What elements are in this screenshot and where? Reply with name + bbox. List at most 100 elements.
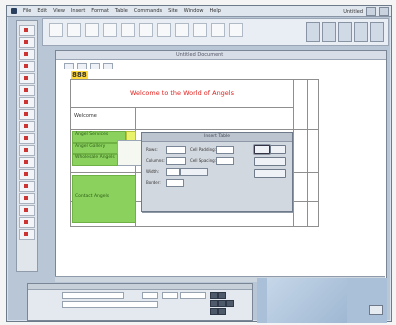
cell-spacing-field[interactable] bbox=[216, 157, 234, 165]
dialog-title-bar[interactable]: Insert Table bbox=[142, 133, 292, 142]
launcher-styles-icon[interactable] bbox=[338, 22, 352, 42]
insert-form-icon[interactable] bbox=[121, 23, 135, 37]
align-center-icon[interactable] bbox=[218, 300, 226, 307]
nav-cell-gallery[interactable]: Angel Gallery bbox=[72, 143, 118, 154]
insert-frame-icon[interactable] bbox=[211, 23, 225, 37]
link-field[interactable] bbox=[62, 301, 158, 308]
insert-link-icon[interactable] bbox=[139, 23, 153, 37]
palette-tool-4-icon[interactable] bbox=[19, 61, 35, 72]
insert-image-icon[interactable] bbox=[49, 23, 63, 37]
align-left-icon[interactable] bbox=[210, 300, 218, 307]
columns-label: Columns: bbox=[146, 158, 165, 163]
width-label: Width: bbox=[146, 169, 159, 174]
insert-date-icon[interactable] bbox=[157, 23, 171, 37]
column-divider bbox=[293, 80, 294, 226]
palette-tool-14-icon[interactable] bbox=[19, 181, 35, 192]
menu-file[interactable]: File bbox=[23, 6, 31, 16]
color-field[interactable] bbox=[180, 292, 206, 299]
align-right-icon[interactable] bbox=[226, 300, 234, 307]
palette-tool-18-icon[interactable] bbox=[19, 229, 35, 240]
bold-icon[interactable] bbox=[210, 292, 218, 299]
clock-icon bbox=[366, 7, 376, 16]
indent-icon[interactable] bbox=[218, 308, 226, 315]
palette-tool-8-icon[interactable] bbox=[19, 109, 35, 120]
format-select[interactable] bbox=[62, 292, 124, 299]
screenshot-frame: File Edit View Insert Format Table Comma… bbox=[0, 0, 396, 325]
menu-edit[interactable]: Edit bbox=[37, 6, 47, 16]
help-button[interactable] bbox=[254, 169, 286, 178]
palette-tool-17-icon[interactable] bbox=[19, 217, 35, 228]
cell-padding-field[interactable] bbox=[216, 146, 234, 154]
palette-tool-2-icon[interactable] bbox=[19, 37, 35, 48]
menu-commands[interactable]: Commands bbox=[134, 6, 162, 16]
launcher-behaviors-icon[interactable] bbox=[354, 22, 368, 42]
columns-field[interactable] bbox=[166, 157, 186, 165]
expand-panel-button[interactable] bbox=[369, 305, 383, 315]
palette-tool-10-icon[interactable] bbox=[19, 133, 35, 144]
apple-menu-icon[interactable] bbox=[11, 8, 17, 14]
insert-plugin-icon[interactable] bbox=[193, 23, 207, 37]
italic-icon[interactable] bbox=[218, 292, 226, 299]
document-title-bar[interactable]: Untitled Document bbox=[56, 51, 386, 60]
font-select[interactable] bbox=[162, 292, 178, 299]
width-field[interactable] bbox=[166, 168, 180, 176]
menu-bar: File Edit View Insert Format Table Comma… bbox=[7, 6, 391, 17]
inspector-title-bar[interactable] bbox=[28, 284, 252, 290]
list-icon[interactable] bbox=[210, 308, 218, 315]
menu-site[interactable]: Site bbox=[168, 6, 178, 16]
image-placeholder[interactable] bbox=[117, 140, 143, 166]
dialog-title: Insert Table bbox=[204, 134, 230, 139]
insert-flash-icon[interactable] bbox=[175, 23, 189, 37]
row-divider bbox=[71, 129, 318, 130]
insert-rule-icon[interactable] bbox=[103, 23, 117, 37]
insert-comment-icon[interactable] bbox=[229, 23, 243, 37]
menu-view[interactable]: View bbox=[53, 6, 65, 16]
width-unit-select[interactable] bbox=[180, 168, 208, 176]
launcher-history-icon[interactable] bbox=[370, 22, 384, 42]
nav-cell-label: Contact Angels bbox=[75, 194, 110, 199]
palette-tool-6-icon[interactable] bbox=[19, 85, 35, 96]
table-header-cell[interactable]: Welcome to the World of Angels bbox=[71, 80, 293, 108]
palette-tool-16-icon[interactable] bbox=[19, 205, 35, 216]
launcher-site-icon[interactable] bbox=[306, 22, 320, 42]
insert-layer-icon[interactable] bbox=[85, 23, 99, 37]
menu-window[interactable]: Window bbox=[184, 6, 204, 16]
palette-tool-13-icon[interactable] bbox=[19, 169, 35, 180]
desktop: File Edit View Insert Format Table Comma… bbox=[6, 5, 392, 323]
menu-insert[interactable]: Insert bbox=[71, 6, 85, 16]
menu-format[interactable]: Format bbox=[91, 6, 109, 16]
palette-tool-15-icon[interactable] bbox=[19, 193, 35, 204]
menu-bar-extras: Untitled bbox=[337, 7, 389, 17]
nav-cell-label: Angel Services bbox=[75, 132, 109, 137]
size-select[interactable] bbox=[142, 292, 158, 299]
insert-table-icon[interactable] bbox=[67, 23, 81, 37]
menu-table[interactable]: Table bbox=[115, 6, 128, 16]
launcher-library-icon[interactable] bbox=[322, 22, 336, 42]
palette-tool-3-icon[interactable] bbox=[19, 49, 35, 60]
column-divider bbox=[307, 80, 308, 226]
palette-tool-5-icon[interactable] bbox=[19, 73, 35, 84]
app-switcher-icon[interactable] bbox=[379, 7, 389, 16]
palette-tool-11-icon[interactable] bbox=[19, 145, 35, 156]
desktop-background-image bbox=[257, 278, 387, 323]
apply-button[interactable] bbox=[270, 145, 286, 154]
nav-cell-label: Angel Gallery bbox=[75, 144, 106, 149]
palette-tool-9-icon[interactable] bbox=[19, 121, 35, 132]
cell-spacing-label: Cell Spacing: bbox=[190, 158, 217, 163]
toolbar-right-group bbox=[306, 22, 384, 42]
objects-toolbar bbox=[42, 18, 389, 46]
border-label: Border: bbox=[146, 180, 161, 185]
nav-cell-wholesale[interactable]: Wholesale Angels bbox=[72, 154, 118, 166]
app-switcher-label[interactable]: Untitled bbox=[343, 7, 363, 17]
cell-padding-label: Cell Padding: bbox=[190, 147, 217, 152]
menu-help[interactable]: Help bbox=[209, 6, 220, 16]
nav-cell-label: Wholesale Angels bbox=[75, 155, 115, 160]
border-field[interactable] bbox=[166, 179, 184, 187]
rows-field[interactable] bbox=[166, 146, 186, 154]
ok-button[interactable] bbox=[254, 145, 270, 154]
palette-tool-12-icon[interactable] bbox=[19, 157, 35, 168]
palette-tool-1-icon[interactable] bbox=[19, 25, 35, 36]
cancel-button[interactable] bbox=[254, 157, 286, 166]
palette-tool-7-icon[interactable] bbox=[19, 97, 35, 108]
nav-cell-contact[interactable]: Contact Angels bbox=[72, 175, 136, 223]
